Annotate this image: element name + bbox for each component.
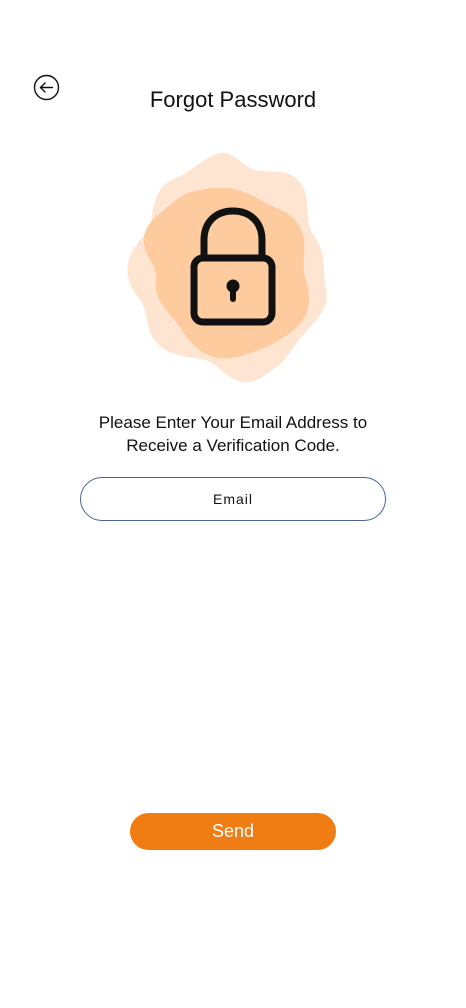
instruction-text: Please Enter Your Email Address to Recei… [0,411,466,457]
email-field[interactable] [80,477,386,521]
email-input[interactable] [81,490,385,508]
instruction-line-1: Please Enter Your Email Address to [98,413,368,432]
instruction-line-2: Receive a Verification Code. [126,436,340,455]
page-title: Forgot Password [149,87,317,112]
lock-illustration [120,148,332,388]
send-button[interactable]: Send [130,813,336,850]
